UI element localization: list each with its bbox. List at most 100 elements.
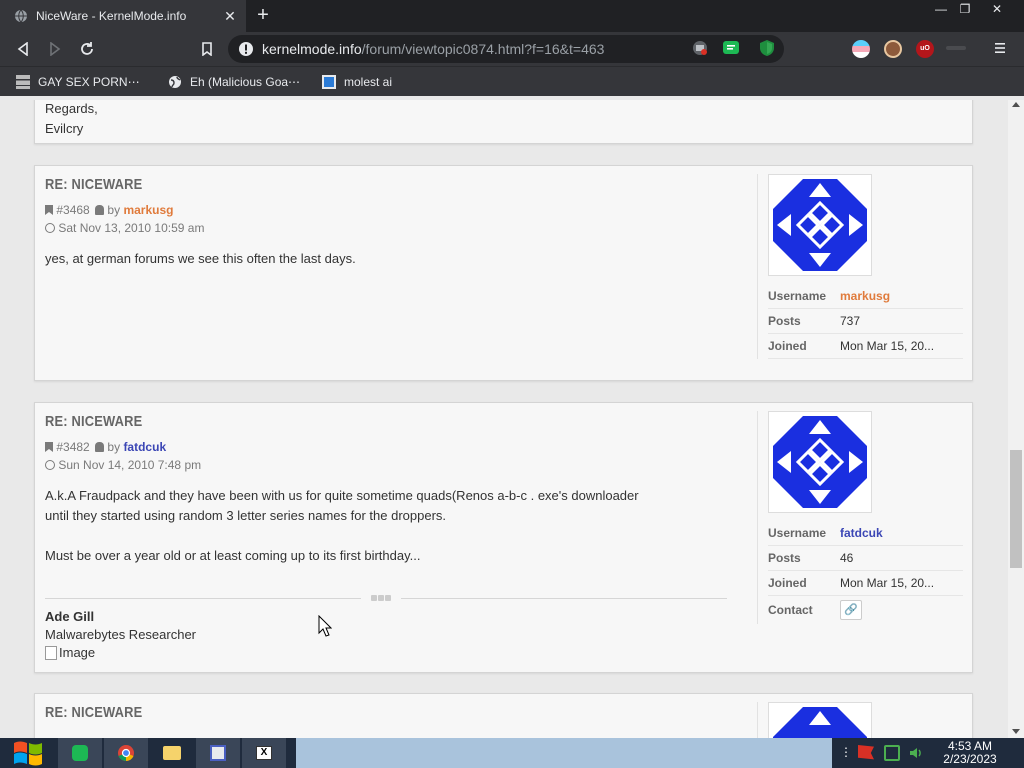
content-line: Must be over a year old or at least comi… — [45, 548, 421, 563]
bookmark-label: Eh (Malicious Goa⋯ — [190, 75, 301, 89]
joined-date: Mon Mar 15, 20... — [840, 339, 935, 353]
post-title[interactable]: RE: NICEWARE — [45, 413, 142, 430]
system-clock[interactable]: 4:53 AM 2/23/2023 — [930, 740, 1010, 766]
bookmark-icon — [202, 42, 212, 56]
volume-icon[interactable] — [908, 745, 924, 761]
identicon-image — [773, 707, 867, 738]
post-title[interactable]: RE: NICEWARE — [45, 704, 142, 721]
broken-image-icon — [45, 646, 57, 660]
post-content: yes, at german forums we see this often … — [45, 249, 745, 269]
post-fragment: Regards, Evilcry — [34, 100, 973, 144]
browser-tab[interactable]: NiceWare - KernelMode.info ✕ — [0, 0, 246, 32]
url-host: kernelmode.info — [262, 41, 362, 57]
content-line: until they started using random 3 letter… — [45, 508, 447, 523]
messenger-icon — [72, 745, 88, 761]
taskbar-app-excel[interactable]: X — [242, 738, 286, 768]
identicon-image — [773, 416, 867, 508]
username-link[interactable]: fatdcuk — [840, 526, 883, 540]
extension-placeholder-icon[interactable] — [946, 46, 966, 50]
bookmarks-bar: GAY SEX PORN⋯ Eh (Malicious Goa⋯ molest … — [0, 66, 1024, 96]
menu-button[interactable] — [994, 40, 1006, 56]
bookmark-icon — [45, 442, 53, 452]
signature-name: Ade Gill — [45, 609, 95, 624]
app-icon — [210, 745, 226, 761]
info-icon[interactable] — [238, 41, 254, 57]
start-button[interactable] — [0, 738, 56, 768]
profile-avatar-icon[interactable] — [884, 40, 902, 58]
taskbar-app-explorer[interactable] — [150, 738, 194, 768]
avatar[interactable] — [768, 174, 872, 276]
globe-icon — [169, 76, 181, 88]
ublock-icon[interactable]: uO — [916, 40, 934, 58]
bookmark-icon — [45, 205, 53, 215]
scrollbar-thumb[interactable] — [1010, 450, 1022, 568]
tray-overflow-icon[interactable]: ⋮ — [840, 745, 852, 761]
post-date: Sat Nov 13, 2010 10:59 am — [58, 221, 205, 235]
app-icon — [322, 75, 336, 89]
close-tab-icon[interactable]: ✕ — [222, 8, 238, 24]
message-extension-icon[interactable] — [722, 39, 740, 57]
bookmark-item[interactable]: Eh (Malicious Goa⋯ — [168, 73, 300, 91]
bookmark-item[interactable]: molest ai — [322, 73, 392, 91]
scroll-up-icon[interactable] — [1012, 102, 1020, 107]
content-blank-line — [45, 526, 745, 546]
avatar[interactable] — [768, 702, 872, 738]
url-path: /forum/viewtopic0874.html?f=16&t=463 — [361, 41, 605, 57]
taskbar-app-chrome[interactable] — [104, 738, 148, 768]
joined-date: Mon Mar 15, 20... — [840, 576, 935, 590]
back-button[interactable] — [12, 38, 34, 60]
windows-taskbar: X ⋮ 4:53 AM 2/23/2023 — [0, 738, 1024, 768]
identicon-image — [773, 179, 867, 271]
browser-toolbar: kernelmode.info /forum/viewtopic0874.htm… — [0, 32, 1024, 66]
post-title[interactable]: RE: NICEWARE — [45, 176, 142, 193]
avatar[interactable] — [768, 411, 872, 513]
bookmark-button[interactable] — [196, 38, 218, 60]
profile-row: Posts 46 — [768, 546, 963, 571]
post-date: Sun Nov 14, 2010 7:48 pm — [58, 458, 202, 472]
forward-button[interactable] — [44, 38, 66, 60]
user-profile: Username markusg Posts 737 Joined Mon Ma… — [757, 174, 963, 359]
by-label: by — [107, 440, 121, 454]
taskbar-app-tool[interactable] — [196, 738, 240, 768]
network-icon[interactable] — [884, 745, 900, 761]
reload-button[interactable] — [76, 38, 98, 60]
excel-icon: X — [256, 746, 272, 760]
username-label: Username — [768, 289, 827, 303]
restore-button[interactable]: ❐ — [950, 0, 980, 20]
user-profile: Username fatdcuk Posts 46 Joined Mon Mar… — [757, 411, 963, 624]
bookmark-item[interactable]: GAY SEX PORN⋯ — [16, 73, 140, 91]
taskbar-app-messenger[interactable] — [58, 738, 102, 768]
post-author-link[interactable]: fatdcuk — [123, 440, 166, 454]
tab-title: NiceWare - KernelMode.info — [36, 9, 187, 23]
back-arrow-icon — [17, 42, 28, 56]
action-center-flag-icon[interactable] — [858, 745, 874, 760]
scroll-down-icon[interactable] — [1012, 729, 1020, 734]
clock-icon — [45, 460, 55, 470]
joined-label: Joined — [768, 576, 807, 590]
vertical-scrollbar[interactable] — [1008, 100, 1024, 738]
shield-icon[interactable] — [758, 39, 776, 57]
reload-icon — [81, 42, 93, 55]
new-tab-button[interactable]: + — [252, 4, 274, 26]
post-author-link[interactable]: markusg — [123, 203, 173, 217]
posts-count: 46 — [840, 551, 854, 565]
signature-role: Malwarebytes Researcher — [45, 627, 197, 642]
camera-blocked-icon[interactable] — [692, 40, 708, 56]
content-line: A.k.A Fraudpack and they have been with … — [45, 488, 639, 503]
posts-count: 737 — [840, 314, 861, 328]
mouse-cursor-icon — [318, 615, 332, 637]
user-profile — [757, 702, 963, 738]
bookmark-label: molest ai — [344, 75, 393, 89]
content-line: yes, at german forums we see this often … — [45, 251, 356, 266]
chrome-icon — [118, 745, 134, 762]
clock-date: 2/23/2023 — [943, 752, 997, 766]
username-link[interactable]: markusg — [840, 289, 890, 303]
windows-logo-icon — [14, 741, 42, 766]
page-viewport: Regards, Evilcry RE: NICEWARE #3468 by m… — [0, 100, 1008, 738]
flag-extension-icon[interactable] — [852, 40, 870, 58]
user-icon — [95, 442, 105, 452]
post-id-link[interactable]: #3482 — [56, 440, 89, 454]
post-id-link[interactable]: #3468 — [56, 203, 89, 217]
close-window-button[interactable]: ✕ — [982, 0, 1012, 20]
contact-link-button[interactable]: 🔗 — [840, 600, 862, 620]
